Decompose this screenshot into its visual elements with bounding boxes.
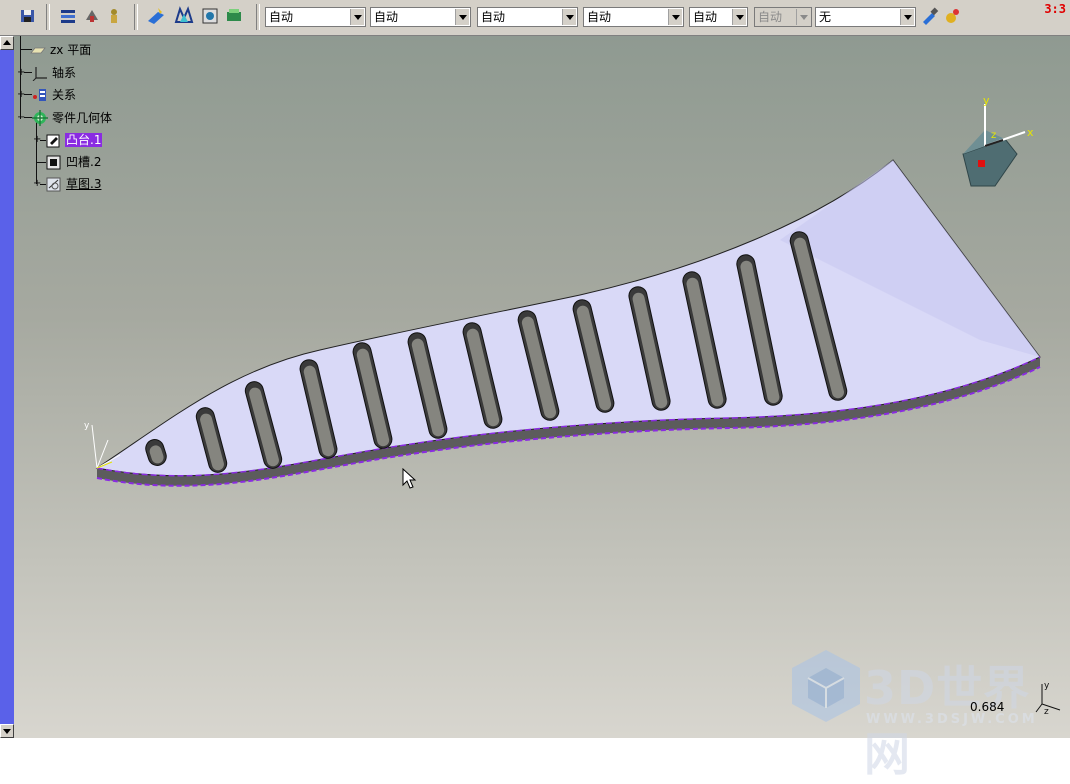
pad-icon (46, 132, 62, 148)
tree-item-label: 轴系 (52, 66, 77, 80)
chevron-down-icon[interactable] (350, 9, 364, 25)
tree-line (36, 122, 37, 184)
tree-item-part-body[interactable]: 零件几何体 (32, 109, 113, 127)
part-model[interactable]: y (80, 144, 1050, 504)
combo-value: 自动 (693, 10, 718, 24)
plane-icon (30, 42, 46, 58)
material-icon[interactable] (224, 6, 244, 26)
watermark-url: WWW.3DSJW.COM (866, 712, 1038, 727)
svg-text:z: z (1044, 707, 1049, 716)
toolbar-separator (256, 4, 260, 30)
compass-y-label: y (983, 94, 990, 107)
tree-item-zx-plane[interactable]: zx 平面 (30, 41, 92, 59)
svg-text:y: y (84, 421, 90, 431)
3d-viewport[interactable]: zx 平面 + 轴系 + 关系 − 零件几何体 + 凸台.1 凹槽.2 + 草图… (0, 36, 1070, 781)
sketch-icon (46, 176, 62, 192)
scroll-up-arrow[interactable] (0, 36, 14, 50)
combo-value: 无 (819, 10, 832, 24)
tree-item-relations[interactable]: 关系 (32, 86, 77, 104)
tree-line (24, 94, 32, 95)
point-type-combo[interactable]: 自动 (689, 7, 748, 27)
combo-value: 自动 (758, 10, 783, 24)
toolbar-separator (46, 4, 50, 30)
corner-label: 3:3 (1044, 2, 1066, 16)
fly-mode-icon[interactable] (82, 6, 102, 26)
tree-item-label: 关系 (52, 88, 77, 102)
layer-combo[interactable]: 无 (815, 7, 916, 27)
render-icon[interactable] (200, 6, 220, 26)
compass-icon[interactable]: y x z (945, 74, 1045, 194)
toolbar: 自动 自动 自动 自动 自动 自动 无 3:3 (0, 0, 1070, 36)
align-icon[interactable] (58, 6, 78, 26)
chevron-down-icon[interactable] (668, 9, 682, 25)
pad-tool-icon[interactable] (146, 6, 166, 26)
walk-mode-icon[interactable] (104, 6, 124, 26)
toolbar-separator (134, 4, 138, 30)
chevron-down-icon[interactable] (455, 9, 469, 25)
chevron-down-icon[interactable] (562, 9, 576, 25)
part-body-icon (32, 110, 48, 126)
pocket-icon (46, 154, 62, 170)
svg-text:y: y (1044, 681, 1050, 691)
multi-section-icon[interactable] (174, 6, 194, 26)
compass-z-label: z (991, 130, 996, 141)
axis-system-icon (32, 65, 48, 82)
line-width-combo[interactable]: 自动 (477, 7, 578, 27)
combo-value: 自动 (269, 10, 294, 24)
line-type-combo[interactable]: 自动 (583, 7, 684, 27)
save-icon[interactable] (18, 6, 38, 26)
watermark-cube-icon (792, 650, 860, 722)
tree-line (24, 117, 32, 118)
chevron-down-icon (796, 9, 810, 25)
rendering-style-combo: 自动 (754, 7, 812, 27)
combo-value: 自动 (374, 10, 399, 24)
relations-icon (32, 87, 48, 103)
expand-icon[interactable]: + (17, 90, 25, 100)
tree-item-label: 零件几何体 (52, 111, 113, 125)
tree-item-axis-system[interactable]: 轴系 (32, 64, 77, 82)
corner-axis-icon: y z (1035, 681, 1061, 716)
transparency-combo[interactable]: 自动 (370, 7, 471, 27)
chevron-down-icon[interactable] (900, 9, 914, 25)
mouse-cursor-icon (402, 468, 417, 489)
tree-line (24, 72, 32, 73)
scroll-down-arrow[interactable] (0, 724, 14, 738)
tree-line (36, 162, 46, 163)
expand-icon[interactable]: + (33, 179, 41, 189)
properties-icon[interactable] (942, 6, 962, 26)
combo-value: 自动 (481, 10, 506, 24)
watermark: 3D世界网 WWW.3DSJW.COM (786, 642, 1056, 781)
color-combo[interactable]: 自动 (265, 7, 366, 27)
painter-icon[interactable] (920, 6, 940, 26)
compass-x-label: x (1027, 126, 1034, 139)
tree-item-label: zx 平面 (50, 43, 92, 57)
tree-scrollbar[interactable] (0, 36, 14, 738)
chevron-down-icon[interactable] (732, 9, 746, 25)
expand-icon[interactable]: + (17, 68, 25, 78)
combo-value: 自动 (587, 10, 612, 24)
zoom-readout: 0.684 (970, 700, 1005, 714)
expand-icon[interactable]: + (33, 135, 41, 145)
collapse-icon[interactable]: − (17, 113, 25, 123)
